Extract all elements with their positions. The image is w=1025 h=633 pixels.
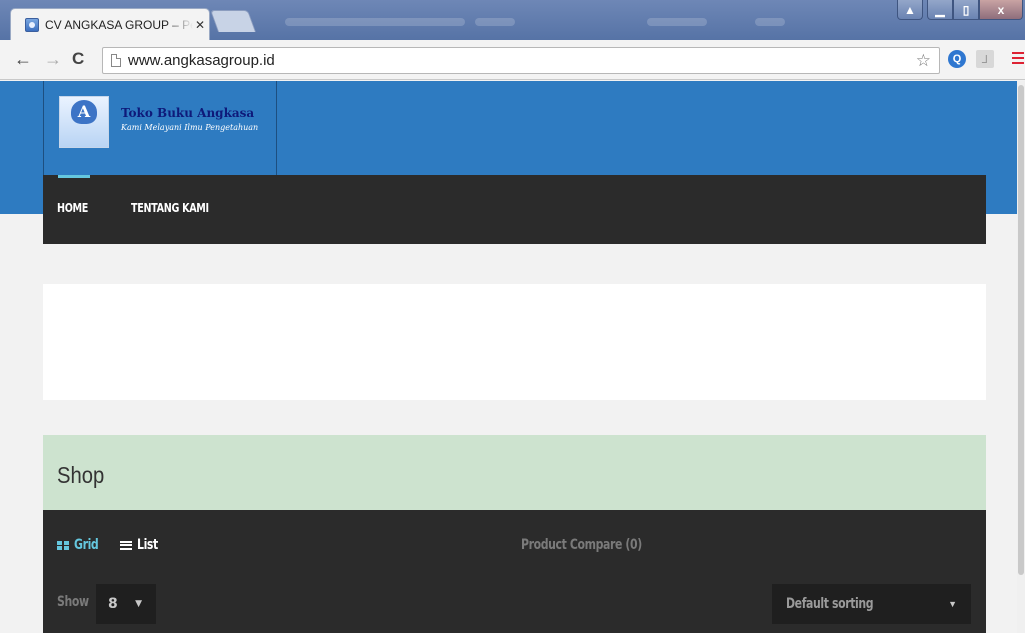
arrow-left-icon[interactable]: ← bbox=[14, 49, 32, 69]
background-window-tabs bbox=[285, 12, 905, 32]
view-list-label: List bbox=[137, 537, 158, 553]
view-grid-label: Grid bbox=[74, 537, 99, 553]
maximize-button[interactable]: ▯ bbox=[953, 0, 979, 20]
view-list-toggle[interactable]: List bbox=[120, 537, 164, 553]
blurred-tab bbox=[285, 18, 465, 26]
browser-tab-active[interactable]: CV ANGKASA GROUP – Pemesanan ✕ bbox=[10, 8, 210, 40]
page-title: Shop bbox=[57, 462, 105, 488]
blurred-tab bbox=[475, 18, 515, 26]
brand-name[interactable]: Toko Buku Angkasa bbox=[121, 106, 254, 120]
brand-tagline: Kami Melayani Ilmu Pengetahuan bbox=[121, 123, 259, 132]
reload-icon[interactable]: C bbox=[72, 49, 84, 69]
per-page-value: 8 bbox=[108, 596, 118, 612]
view-grid-toggle[interactable]: Grid bbox=[57, 537, 105, 553]
new-tab-button[interactable] bbox=[209, 10, 257, 32]
bookmark-star-icon[interactable]: ☆ bbox=[916, 51, 931, 71]
url-text[interactable]: www.angkasagroup.id bbox=[128, 52, 916, 69]
shop-heading-bar: Shop bbox=[43, 435, 986, 510]
page-scrollbar[interactable] bbox=[1017, 81, 1025, 633]
grid-icon bbox=[57, 540, 69, 550]
user-profile-icon[interactable]: ▲ bbox=[897, 0, 923, 20]
chevron-down-icon: ▼ bbox=[948, 599, 957, 609]
tab-close-button[interactable]: ✕ bbox=[195, 18, 205, 32]
main-navigation: HOME TENTANG KAMI bbox=[43, 175, 986, 244]
product-compare-link[interactable]: Product Compare (0) bbox=[521, 537, 642, 553]
web-page: A Toko Buku Angkasa Kami Melayani Ilmu P… bbox=[0, 81, 1025, 633]
minimize-button[interactable]: ▁ bbox=[927, 0, 953, 20]
browser-toolbar: ← → C www.angkasagroup.id ☆ Q ⅃ bbox=[0, 40, 1025, 80]
site-favicon-icon bbox=[25, 17, 39, 32]
blurred-tab bbox=[647, 18, 707, 26]
blurred-tab bbox=[755, 18, 785, 26]
nav-item-about[interactable]: TENTANG KAMI bbox=[131, 201, 209, 215]
list-icon bbox=[120, 540, 132, 550]
scrollbar-thumb[interactable] bbox=[1018, 85, 1024, 575]
sorting-value: Default sorting bbox=[786, 596, 874, 612]
arrow-right-icon[interactable]: → bbox=[44, 49, 62, 69]
chevron-down-icon: ▼ bbox=[135, 599, 142, 609]
content-banner bbox=[43, 284, 986, 400]
window-controls: ▲ ▁ ▯ x bbox=[897, 0, 1023, 22]
logo-letter-icon: A bbox=[71, 100, 97, 124]
sorting-select[interactable]: Default sorting ▼ bbox=[772, 584, 971, 624]
site-logo[interactable]: A bbox=[59, 96, 109, 148]
shop-toolbar: Grid List Product Compare (0) Show 8 ▼ D… bbox=[43, 510, 986, 633]
hamburger-menu-icon[interactable] bbox=[1012, 52, 1024, 66]
per-page-select[interactable]: 8 ▼ bbox=[96, 584, 156, 624]
close-window-button[interactable]: x bbox=[979, 0, 1023, 20]
tab-title: CV ANGKASA GROUP – Pemesanan bbox=[45, 17, 193, 32]
address-bar[interactable]: www.angkasagroup.id ☆ bbox=[102, 47, 940, 74]
active-nav-indicator bbox=[58, 175, 90, 178]
extension-pdf-icon[interactable]: ⅃ bbox=[976, 50, 994, 68]
page-icon bbox=[111, 54, 121, 67]
show-label: Show bbox=[57, 594, 89, 610]
browser-titlebar: CV ANGKASA GROUP – Pemesanan ✕ ▲ ▁ ▯ x bbox=[0, 0, 1025, 40]
nav-item-home[interactable]: HOME bbox=[57, 201, 88, 215]
extension-q-icon[interactable]: Q bbox=[948, 50, 966, 68]
brand-block[interactable]: A Toko Buku Angkasa Kami Melayani Ilmu P… bbox=[43, 81, 277, 175]
